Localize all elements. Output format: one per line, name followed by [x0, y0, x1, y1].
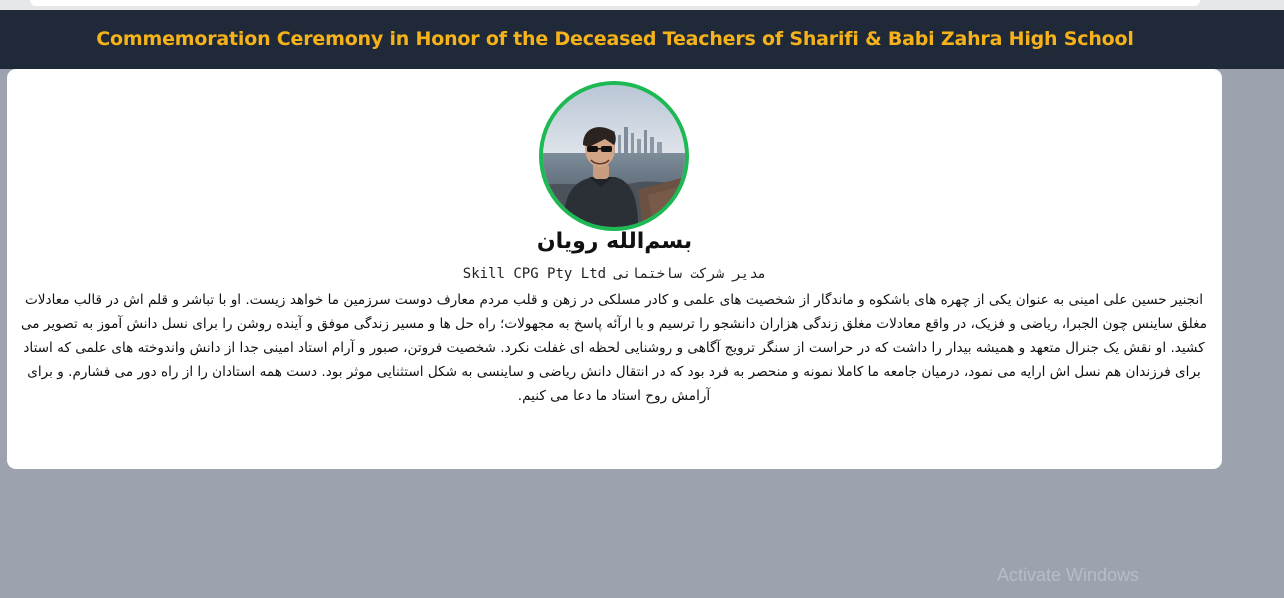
page-title: Commemoration Ceremony in Honor of the D… — [96, 28, 1134, 50]
top-bar — [30, 0, 1200, 6]
avatar-photo — [543, 85, 685, 227]
header-bar: Commemoration Ceremony in Honor of the D… — [0, 10, 1284, 69]
avatar — [539, 81, 689, 231]
top-strip — [0, 0, 1284, 10]
activation-watermark: Activate Windows — [997, 565, 1140, 585]
profile-card: بسم‌الله رویان مدیر شرکت ساختمانی Skill … — [7, 69, 1222, 469]
person-title: مدیر شرکت ساختمانی Skill CPG Pty Ltd — [462, 266, 767, 282]
biography-text: انجنیر حسین علی امینی به عنوان یکی از چه… — [20, 292, 1208, 404]
person-name: بسم‌الله رویان — [536, 229, 693, 254]
